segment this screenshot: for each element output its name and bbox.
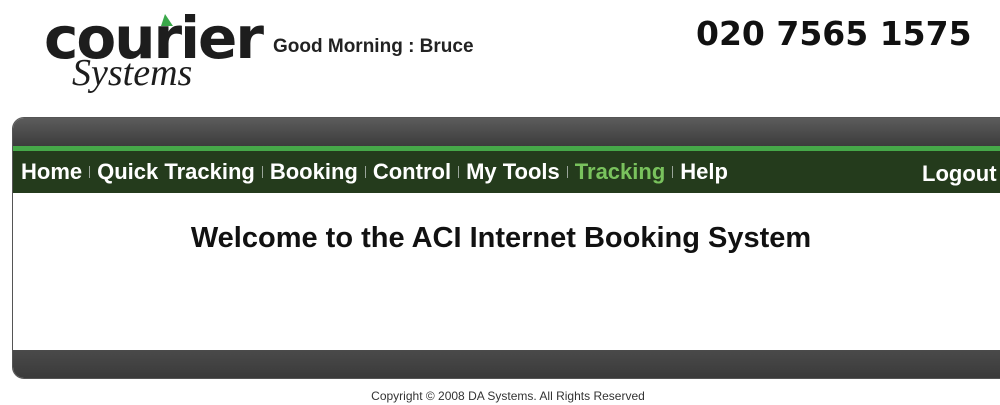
nav-booking[interactable]: Booking xyxy=(270,159,358,185)
welcome-heading: Welcome to the ACI Internet Booking Syst… xyxy=(190,222,812,254)
courier-systems-logo: courier Systems xyxy=(44,8,264,98)
bottom-strip xyxy=(13,350,1000,378)
nav-separator xyxy=(458,166,460,178)
top-strip xyxy=(13,118,1000,146)
nav-separator xyxy=(364,166,366,178)
nav-separator xyxy=(89,166,91,178)
nav-tracking[interactable]: Tracking xyxy=(575,159,665,185)
nav-separator xyxy=(261,166,263,178)
logout-link[interactable]: Logout xyxy=(922,161,997,187)
logo-subtitle: Systems xyxy=(72,52,193,94)
logo-leaf-icon xyxy=(161,14,173,26)
phone-number: 020 7565 1575 xyxy=(696,14,972,53)
nav-home[interactable]: Home xyxy=(21,159,82,185)
nav-control[interactable]: Control xyxy=(373,159,451,185)
nav-separator xyxy=(566,166,568,178)
nav-my-tools[interactable]: My Tools xyxy=(466,159,560,185)
copyright-text: Copyright © 2008 DA Systems. All Rights … xyxy=(371,389,645,403)
content-frame: Home Quick Tracking Booking Control My T… xyxy=(12,117,1000,379)
nav-quick-tracking[interactable]: Quick Tracking xyxy=(97,159,255,185)
greeting-text: Good Morning : Bruce xyxy=(273,36,474,57)
nav-help[interactable]: Help xyxy=(680,159,728,185)
nav-separator xyxy=(672,166,674,178)
main-nav: Home Quick Tracking Booking Control My T… xyxy=(13,151,1000,193)
